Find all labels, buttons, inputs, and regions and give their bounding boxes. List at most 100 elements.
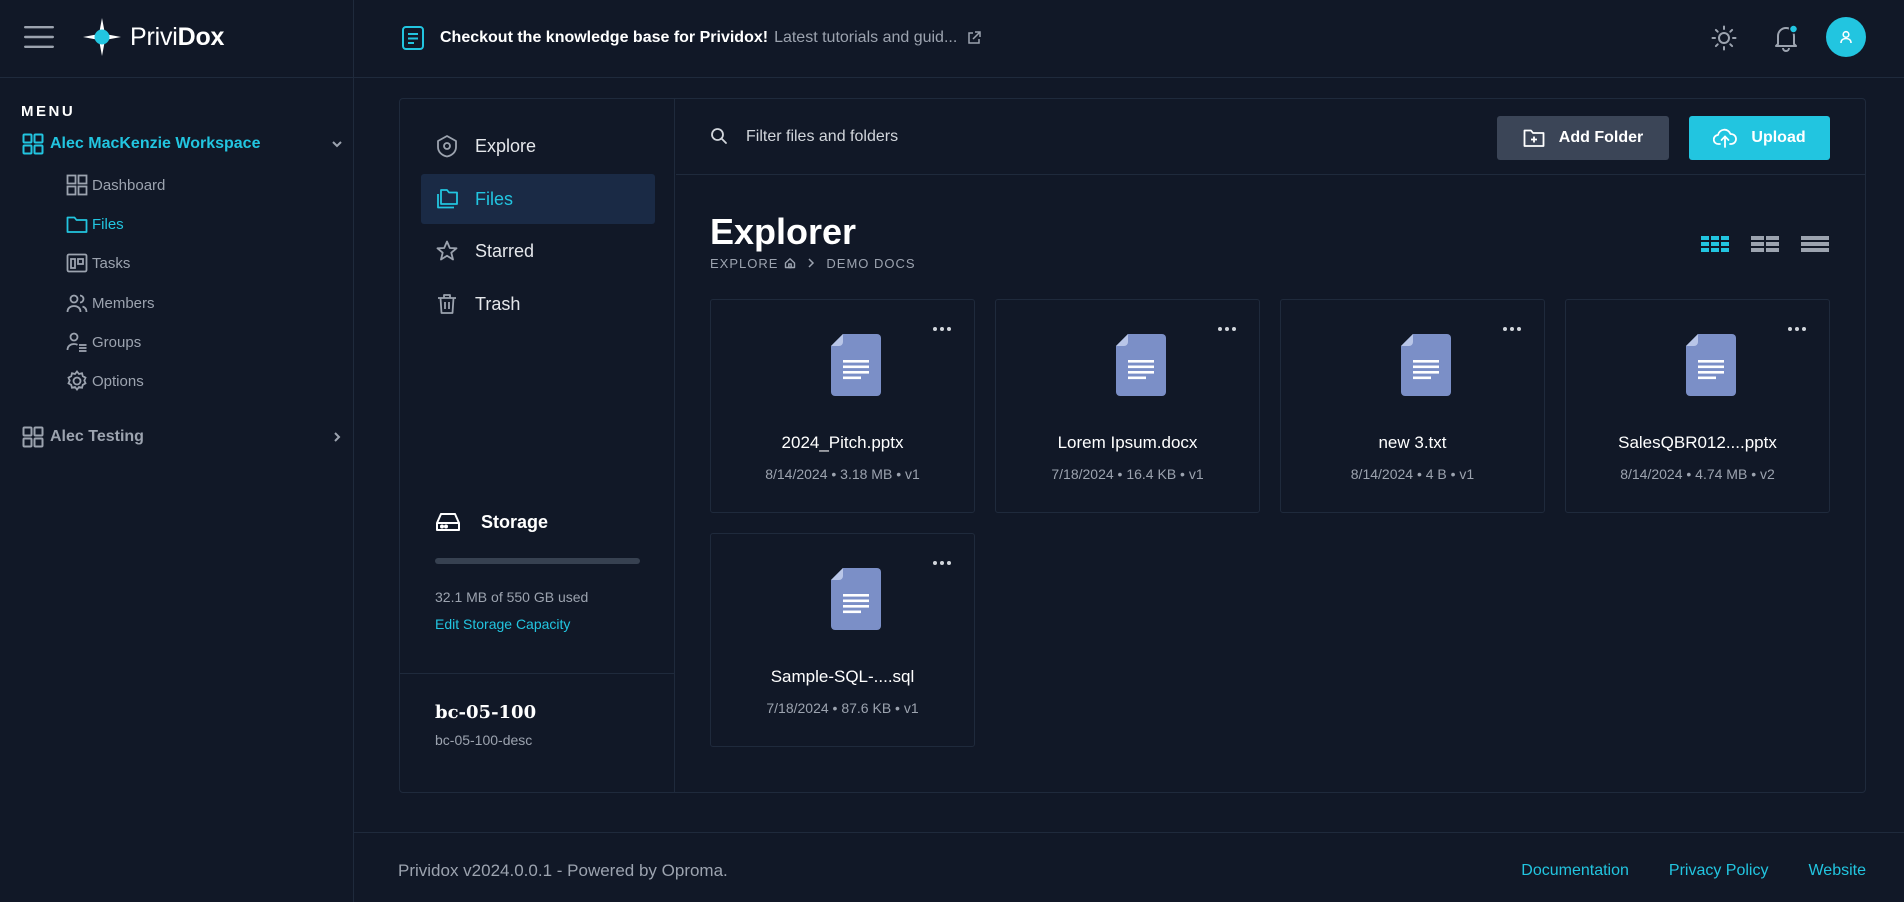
file-card[interactable]: new 3.txt 8/14/2024 • 4 B • v1 bbox=[1280, 299, 1545, 513]
main-panel: Explore Files Starred Trash Storage 32.1… bbox=[399, 98, 1866, 793]
chevron-right-icon bbox=[808, 258, 815, 268]
nav-item-label: Files bbox=[475, 188, 514, 209]
file-meta: 7/18/2024 • 16.4 KB • v1 bbox=[1051, 466, 1204, 482]
breadcrumb: EXPLORE DEMO DOCS bbox=[710, 254, 916, 272]
star-icon bbox=[436, 240, 458, 261]
breadcrumb-current: DEMO DOCS bbox=[826, 255, 916, 271]
user-icon bbox=[1840, 30, 1852, 44]
view-details-icon[interactable] bbox=[1748, 231, 1782, 257]
sidebar-item-tasks[interactable]: Tasks bbox=[66, 250, 130, 276]
more-options-icon[interactable] bbox=[1785, 322, 1809, 336]
top-header: PriviDox Checkout the knowledge base for… bbox=[0, 0, 1904, 78]
sidebar-item-files[interactable]: Files bbox=[66, 211, 124, 237]
sidebar-item-label: Files bbox=[92, 215, 124, 233]
workspace-label: Alec Testing bbox=[50, 428, 144, 445]
hamburger-menu-icon[interactable] bbox=[24, 24, 54, 50]
user-avatar[interactable] bbox=[1826, 17, 1866, 57]
chevron-down-icon[interactable] bbox=[330, 137, 344, 151]
external-link-icon[interactable] bbox=[967, 31, 982, 45]
upload-button[interactable]: Upload bbox=[1689, 116, 1830, 160]
file-navigation: Explore Files Starred Trash Storage 32.1… bbox=[400, 99, 675, 792]
notifications-bell-icon[interactable] bbox=[1768, 20, 1804, 56]
edit-storage-capacity-link[interactable]: Edit Storage Capacity bbox=[435, 616, 570, 632]
left-sidebar: MENU Alec MacKenzie Workspace Dashboard … bbox=[0, 78, 354, 902]
sidebar-item-label: Tasks bbox=[92, 254, 131, 272]
footer: Prividox v2024.0.0.1 - Powered by Oproma… bbox=[354, 832, 1904, 902]
home-icon[interactable] bbox=[784, 257, 796, 269]
groups-icon bbox=[66, 332, 87, 352]
file-card[interactable]: Lorem Ipsum.docx 7/18/2024 • 16.4 KB • v… bbox=[995, 299, 1260, 513]
view-list-icon[interactable] bbox=[1798, 231, 1832, 257]
sidebar-item-groups[interactable]: Groups bbox=[66, 329, 141, 355]
knowledge-base-icon bbox=[402, 26, 424, 50]
filter-files-input[interactable] bbox=[746, 119, 1246, 155]
page-title: Explorer bbox=[710, 211, 857, 252]
tasks-icon bbox=[66, 253, 88, 273]
view-grid-icon[interactable] bbox=[1698, 231, 1732, 257]
file-meta: 7/18/2024 • 87.6 KB • v1 bbox=[766, 700, 919, 716]
hard-drive-icon bbox=[436, 513, 460, 531]
add-folder-button[interactable]: Add Folder bbox=[1497, 116, 1669, 160]
explorer-content: Add Folder Upload Explorer EXPLORE DEMO … bbox=[676, 99, 1865, 792]
prividox-logo[interactable]: PriviDox bbox=[82, 17, 224, 57]
more-options-icon[interactable] bbox=[1500, 322, 1524, 336]
sidebar-item-label: Members bbox=[92, 294, 155, 312]
nav-item-starred[interactable]: Starred bbox=[421, 226, 655, 276]
file-meta: 8/14/2024 • 4 B • v1 bbox=[1350, 466, 1475, 482]
more-options-icon[interactable] bbox=[930, 322, 954, 336]
breadcrumb-root[interactable]: EXPLORE bbox=[710, 256, 778, 271]
section-divider bbox=[400, 673, 674, 674]
privacy-policy-link[interactable]: Privacy Policy bbox=[1669, 862, 1769, 880]
folder-icon bbox=[66, 216, 88, 233]
trash-icon bbox=[438, 294, 456, 314]
footer-copyright: Prividox v2024.0.0.1 - Powered by Oproma… bbox=[398, 861, 728, 880]
documentation-link[interactable]: Documentation bbox=[1521, 862, 1629, 880]
document-file-icon bbox=[1401, 334, 1451, 396]
sidebar-item-label: Options bbox=[92, 372, 144, 390]
website-link[interactable]: Website bbox=[1808, 862, 1866, 880]
more-options-icon[interactable] bbox=[1215, 322, 1239, 336]
explorer-toolbar: Add Folder Upload bbox=[676, 99, 1865, 175]
announcement-text: Checkout the knowledge base for Prividox… bbox=[440, 29, 769, 46]
nav-item-label: Trash bbox=[475, 293, 521, 314]
sidebar-item-options[interactable]: Options bbox=[66, 368, 144, 394]
workspace-grid-icon bbox=[22, 426, 44, 448]
sidebar-item-label: Groups bbox=[92, 333, 142, 351]
announcement-link[interactable]: Latest tutorials and guid... bbox=[774, 29, 957, 47]
storage-used-text: 32.1 MB of 550 GB used bbox=[435, 589, 589, 605]
storage-progress-bar bbox=[435, 558, 640, 564]
nav-item-explore[interactable]: Explore bbox=[421, 121, 655, 171]
nav-item-trash[interactable]: Trash bbox=[421, 279, 655, 329]
announcement-banner: Checkout the knowledge base for Prividox… bbox=[400, 24, 982, 52]
nav-item-files[interactable]: Files bbox=[421, 174, 655, 224]
dashboard-icon bbox=[66, 174, 88, 196]
theme-toggle-sun-icon[interactable] bbox=[1706, 20, 1742, 56]
project-description: bc-05-100-desc bbox=[435, 732, 533, 748]
workspace-alec-mackenzie[interactable]: Alec MacKenzie Workspace bbox=[22, 130, 342, 158]
more-options-icon[interactable] bbox=[930, 556, 954, 570]
nav-item-label: Starred bbox=[475, 240, 535, 261]
file-meta: 8/14/2024 • 4.74 MB • v2 bbox=[1620, 466, 1775, 482]
footer-links: Documentation Privacy Policy Website bbox=[1481, 862, 1866, 880]
workspace-alec-testing[interactable]: Alec Testing bbox=[22, 423, 341, 451]
file-card[interactable]: SalesQBR012....pptx 8/14/2024 • 4.74 MB … bbox=[1565, 299, 1830, 513]
folder-plus-icon bbox=[1523, 129, 1545, 147]
header-divider bbox=[353, 0, 354, 78]
document-file-icon bbox=[1686, 334, 1736, 396]
file-card[interactable]: 2024_Pitch.pptx 8/14/2024 • 3.18 MB • v1 bbox=[710, 299, 975, 513]
gear-icon bbox=[67, 370, 87, 391]
workspace-label: Alec MacKenzie Workspace bbox=[50, 135, 261, 152]
sidebar-item-members[interactable]: Members bbox=[66, 290, 155, 316]
file-name: Lorem Ipsum.docx bbox=[1057, 433, 1198, 452]
chevron-right-icon[interactable] bbox=[330, 430, 344, 444]
search-icon bbox=[710, 127, 728, 145]
project-name: bc-05-100 bbox=[435, 702, 537, 723]
brand-name: PriviDox bbox=[130, 22, 225, 51]
storage-title: Storage bbox=[481, 511, 549, 532]
file-card[interactable]: Sample-SQL-....sql 7/18/2024 • 87.6 KB •… bbox=[710, 533, 975, 747]
file-name: SalesQBR012....pptx bbox=[1618, 433, 1777, 452]
sidebar-item-dashboard[interactable]: Dashboard bbox=[66, 172, 165, 198]
files-icon bbox=[437, 189, 458, 209]
file-name: new 3.txt bbox=[1378, 433, 1447, 452]
add-folder-label: Add Folder bbox=[1558, 129, 1644, 146]
